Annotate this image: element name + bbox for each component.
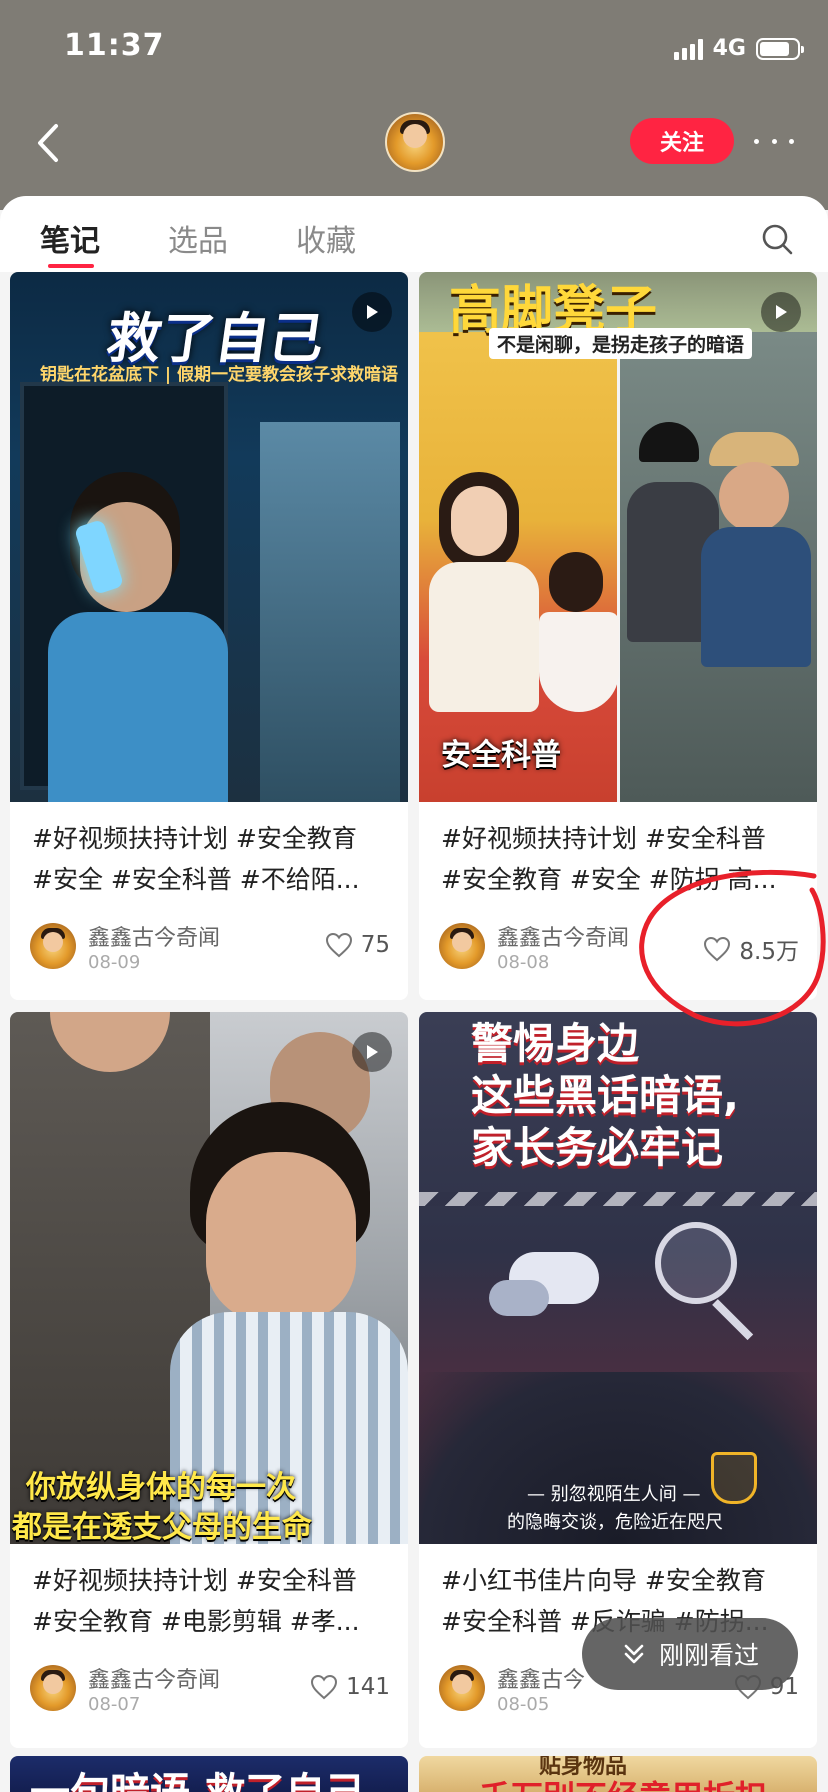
search-icon — [762, 224, 793, 255]
profile-header: 11:37 4G 关注 — [0, 0, 828, 210]
cover-title: 家长务必牢记 — [471, 1123, 724, 1172]
search-button[interactable] — [760, 222, 794, 256]
cover-title: 都是在透支父母的生命 — [12, 1510, 312, 1544]
caution-stripe — [419, 1192, 817, 1206]
cover-caption: — 别忽视陌生人间 — — [527, 1484, 701, 1505]
tab-notes[interactable]: 笔记 — [40, 216, 100, 260]
status-indicators: 4G — [673, 36, 804, 61]
note-cover-image: 警惕身边 这些黑话暗语, 家长务必牢记 — 别忽视陌生人间 — 的隐晦交谈，危险… — [419, 1012, 817, 1544]
note-cover-image: 你放纵身体的每一次 都是在透支父母的生命 — [10, 1012, 408, 1544]
note-date: 08-08 — [497, 952, 550, 973]
author-name[interactable]: 鑫鑫古今 — [497, 1662, 585, 1694]
cover-title: 你放纵身体的每一次 — [26, 1470, 296, 1505]
woman-shirt — [429, 562, 539, 712]
note-tags: #安全教育 #安全 #防拐 高... — [441, 865, 777, 894]
note-date: 08-07 — [88, 1694, 141, 1715]
video-badge — [352, 1032, 392, 1072]
note-tags: #安全教育 #电影剪辑 #孝... — [32, 1607, 360, 1636]
magnifier-handle — [712, 1299, 754, 1341]
follow-button[interactable]: 关注 — [630, 118, 734, 164]
author-name[interactable]: 鑫鑫古今奇闻 — [88, 1662, 220, 1694]
note-card[interactable]: 一句暗语,救了自己 — [10, 1756, 408, 1792]
chat-bubble-icon — [489, 1280, 549, 1316]
notes-grid: 救了自己 钥匙在花盆底下 | 假期一定要教会孩子求救暗语 #好视频扶持计划 #安… — [0, 272, 828, 1792]
note-tags: #小红书佳片向导 #安全教育 — [441, 1566, 766, 1595]
note-cover-image: 救了自己 钥匙在花盆底下 | 假期一定要教会孩子求救暗语 — [10, 272, 408, 802]
author-avatar[interactable] — [30, 1665, 76, 1711]
cellular-signal-icon — [673, 38, 703, 60]
battery-level — [760, 41, 789, 56]
magnifier-icon — [655, 1222, 737, 1304]
like-button[interactable]: 141 — [310, 1674, 390, 1700]
video-badge — [352, 292, 392, 332]
author-name[interactable]: 鑫鑫古今奇闻 — [88, 920, 220, 952]
note-card[interactable]: 救了自己 钥匙在花盆底下 | 假期一定要教会孩子求救暗语 #好视频扶持计划 #安… — [10, 272, 408, 1000]
heart-icon — [311, 1674, 338, 1700]
profile-screen: 11:37 4G 关注 笔记 选品 收藏 救了自己 钥匙在花盆底下 | 假期一定… — [0, 0, 828, 1792]
tab-favorites[interactable]: 收藏 — [296, 216, 356, 260]
old-man-face — [719, 462, 789, 532]
cover-title: 一句暗语,救了自己 — [30, 1760, 365, 1792]
note-tags: #好视频扶持计划 #安全教育 — [32, 824, 357, 853]
note-cover-image: 高脚凳子 不是闲聊，是拐走孩子的暗语 安全科普 — [419, 272, 817, 802]
author-name[interactable]: 鑫鑫古今奇闻 — [497, 920, 629, 952]
split-divider — [617, 332, 620, 802]
boy-shirt — [48, 612, 228, 802]
girl-dress — [539, 612, 619, 712]
status-time: 11:37 — [64, 28, 165, 63]
note-date: 08-09 — [88, 952, 141, 973]
recently-viewed-button[interactable]: 刚刚看过 — [582, 1618, 798, 1690]
heart-icon — [325, 932, 352, 958]
profile-tabs: 笔记 选品 收藏 — [0, 196, 828, 272]
network-type: 4G — [712, 36, 746, 61]
woman-face — [451, 486, 507, 556]
note-tags: #好视频扶持计划 #安全科普 — [441, 824, 766, 853]
like-button[interactable]: 8.5万 — [703, 932, 799, 966]
like-count: 141 — [346, 1674, 390, 1700]
cabinet-shape — [260, 422, 400, 802]
cover-badge-text: 安全科普 — [441, 738, 561, 773]
more-dot-icon — [771, 138, 777, 144]
like-count: 75 — [360, 932, 390, 958]
heart-icon — [704, 936, 731, 962]
like-count: 8.5万 — [739, 939, 799, 965]
avatar[interactable] — [385, 112, 445, 172]
note-tags: #安全 #安全科普 #不给陌... — [32, 865, 360, 894]
cover-title: 千万别不经意用折扣 — [479, 1772, 767, 1792]
more-options-button[interactable] — [754, 128, 794, 154]
avatar-face — [403, 124, 427, 148]
note-tags: #好视频扶持计划 #安全科普 — [32, 1566, 357, 1595]
play-icon — [367, 305, 378, 319]
tab-products[interactable]: 选品 — [168, 216, 228, 260]
note-date: 08-05 — [497, 1694, 550, 1715]
note-card[interactable]: 高脚凳子 不是闲聊，是拐走孩子的暗语 安全科普 #好视频扶持计划 #安全科普 #… — [419, 272, 817, 1000]
video-badge — [761, 292, 801, 332]
girl-hair — [549, 552, 603, 612]
shield-icon — [711, 1452, 757, 1504]
cover-caption: 的隐晦交谈，危险近在咫尺 — [507, 1512, 723, 1533]
note-card[interactable]: 贴身物品 千万别不经意用折扣 — [419, 1756, 817, 1792]
author-avatar[interactable] — [439, 1665, 485, 1711]
young-man-face — [206, 1152, 356, 1322]
chevron-left-icon — [38, 124, 58, 162]
note-card[interactable]: 你放纵身体的每一次 都是在透支父母的生命 #好视频扶持计划 #安全科普 #安全教… — [10, 1012, 408, 1748]
author-avatar[interactable] — [30, 923, 76, 969]
cover-subtitle: 不是闲聊，是拐走孩子的暗语 — [489, 328, 753, 359]
like-button[interactable]: 75 — [325, 932, 390, 958]
old-man-hat — [709, 432, 799, 466]
recently-viewed-label: 刚刚看过 — [658, 1641, 759, 1670]
play-icon — [776, 305, 787, 319]
battery-icon — [756, 37, 804, 60]
cover-subtitle: 钥匙在花盆底下 | 假期一定要教会孩子求救暗语 — [40, 365, 399, 385]
more-dot-icon — [789, 138, 794, 144]
old-man-shirt — [701, 527, 811, 667]
author-avatar[interactable] — [439, 923, 485, 969]
play-icon — [367, 1045, 378, 1059]
double-chevron-down-icon — [624, 1644, 644, 1664]
back-button[interactable] — [30, 118, 70, 168]
active-tab-indicator — [48, 264, 94, 268]
more-dot-icon — [754, 138, 759, 144]
